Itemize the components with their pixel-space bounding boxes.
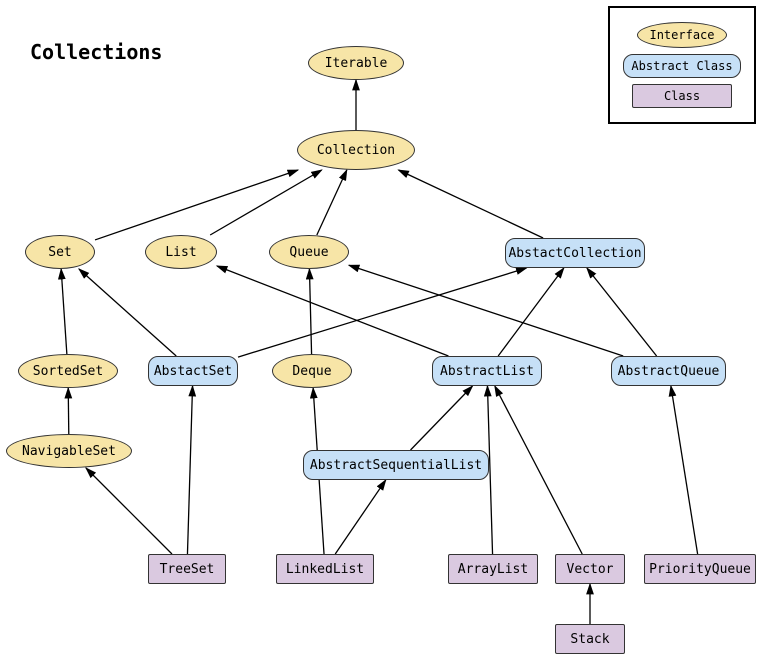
edge-abstset-set	[79, 269, 176, 356]
edge-abstcoll-collection	[399, 170, 544, 238]
edge-sortedset-set	[61, 269, 67, 354]
node-abstractlist: AbstractList	[432, 356, 542, 386]
node-collection: Collection	[297, 130, 415, 170]
node-stack: Stack	[555, 624, 625, 654]
edge-treeset-abstset	[187, 386, 192, 554]
node-treeset: TreeSet	[148, 554, 226, 584]
node-set: Set	[25, 235, 95, 269]
edge-abstractqueue-queue	[349, 265, 623, 356]
diagram-title: Collections	[30, 40, 162, 64]
edge-priorityqueue-abstractqueue	[671, 386, 698, 554]
edge-abstractqueue-abstcoll	[587, 268, 657, 356]
edge-list-collection	[210, 170, 322, 235]
node-abstractqueue: AbstractQueue	[611, 356, 726, 386]
edge-absseqlist-abstractlist	[411, 386, 473, 450]
node-list: List	[145, 235, 217, 269]
edge-set-collection	[95, 170, 298, 240]
legend-interface: Interface	[637, 22, 727, 48]
node-abstcoll: AbstactCollection	[505, 238, 645, 268]
node-iterable: Iterable	[308, 46, 404, 80]
edge-abstractlist-list	[217, 266, 448, 356]
node-navigableset: NavigableSet	[6, 434, 132, 468]
node-arraylist: ArrayList	[448, 554, 538, 584]
edge-navigableset-sortedset	[68, 388, 69, 434]
node-abstset: AbstactSet	[148, 356, 238, 386]
node-absseqlist: AbstractSequentialList	[303, 450, 489, 480]
edge-abstractlist-abstcoll	[498, 268, 564, 356]
edge-treeset-navigableset	[86, 468, 172, 554]
edge-abstset-abstcoll	[238, 268, 526, 357]
node-sortedset: SortedSet	[18, 354, 118, 388]
node-queue: Queue	[269, 235, 349, 269]
legend-class: Class	[632, 84, 732, 108]
edge-linkedlist-absseqlist	[335, 480, 386, 554]
edge-vector-abstractlist	[495, 386, 582, 554]
edge-deque-queue	[309, 269, 311, 354]
edge-queue-collection	[317, 170, 347, 235]
node-priorityqueue: PriorityQueue	[644, 554, 756, 584]
node-linkedlist: LinkedList	[276, 554, 374, 584]
node-vector: Vector	[555, 554, 625, 584]
node-deque: Deque	[272, 354, 352, 388]
legend-box: Interface Abstract Class Class	[608, 6, 756, 124]
legend-abstract: Abstract Class	[623, 54, 741, 78]
